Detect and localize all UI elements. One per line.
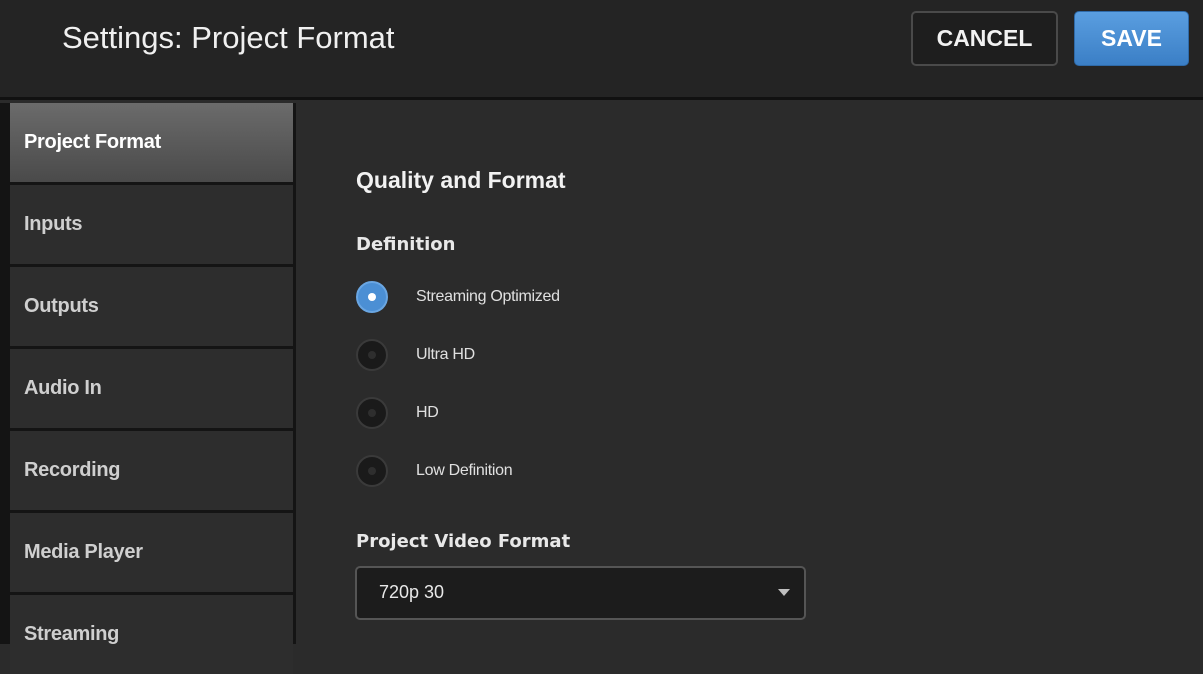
sidebar-item-outputs[interactable]: Outputs [10,267,293,346]
sidebar-item-project-format[interactable]: Project Format [10,103,293,182]
chevron-down-icon [778,589,790,596]
page-title: Settings: Project Format [62,20,395,55]
settings-header: Settings: Project Format CANCEL SAVE [0,0,1203,100]
radio-option-streaming-optimized[interactable]: Streaming Optimized [356,280,560,314]
sidebar-item-audio-in[interactable]: Audio In [10,349,293,428]
radio-label: Streaming Optimized [416,288,560,305]
definition-label: Definition [356,234,456,255]
radio-label: Ultra HD [416,346,475,363]
video-format-select[interactable]: 720p 30 [355,566,806,620]
settings-sidebar: Project Format Inputs Outputs Audio In R… [0,103,296,674]
radio-option-hd[interactable]: HD [356,396,439,430]
radio-option-ultra-hd[interactable]: Ultra HD [356,338,475,372]
cancel-button[interactable]: CANCEL [911,11,1058,66]
radio-label: Low Definition [416,462,513,479]
sidebar-item-inputs[interactable]: Inputs [10,185,293,264]
radio-option-low-definition[interactable]: Low Definition [356,454,513,488]
project-video-format-label: Project Video Format [356,531,571,552]
sidebar-item-media-player[interactable]: Media Player [10,513,293,592]
radio-button[interactable] [356,281,388,313]
settings-content: Quality and Format Definition Streaming … [296,103,1203,644]
sidebar-item-streaming[interactable]: Streaming [10,595,293,674]
sidebar-item-recording[interactable]: Recording [10,431,293,510]
radio-label: HD [416,404,439,421]
radio-button[interactable] [356,455,388,487]
save-button[interactable]: SAVE [1074,11,1189,66]
select-value: 720p 30 [379,582,445,602]
radio-button[interactable] [356,397,388,429]
section-title: Quality and Format [356,167,566,193]
radio-button[interactable] [356,339,388,371]
